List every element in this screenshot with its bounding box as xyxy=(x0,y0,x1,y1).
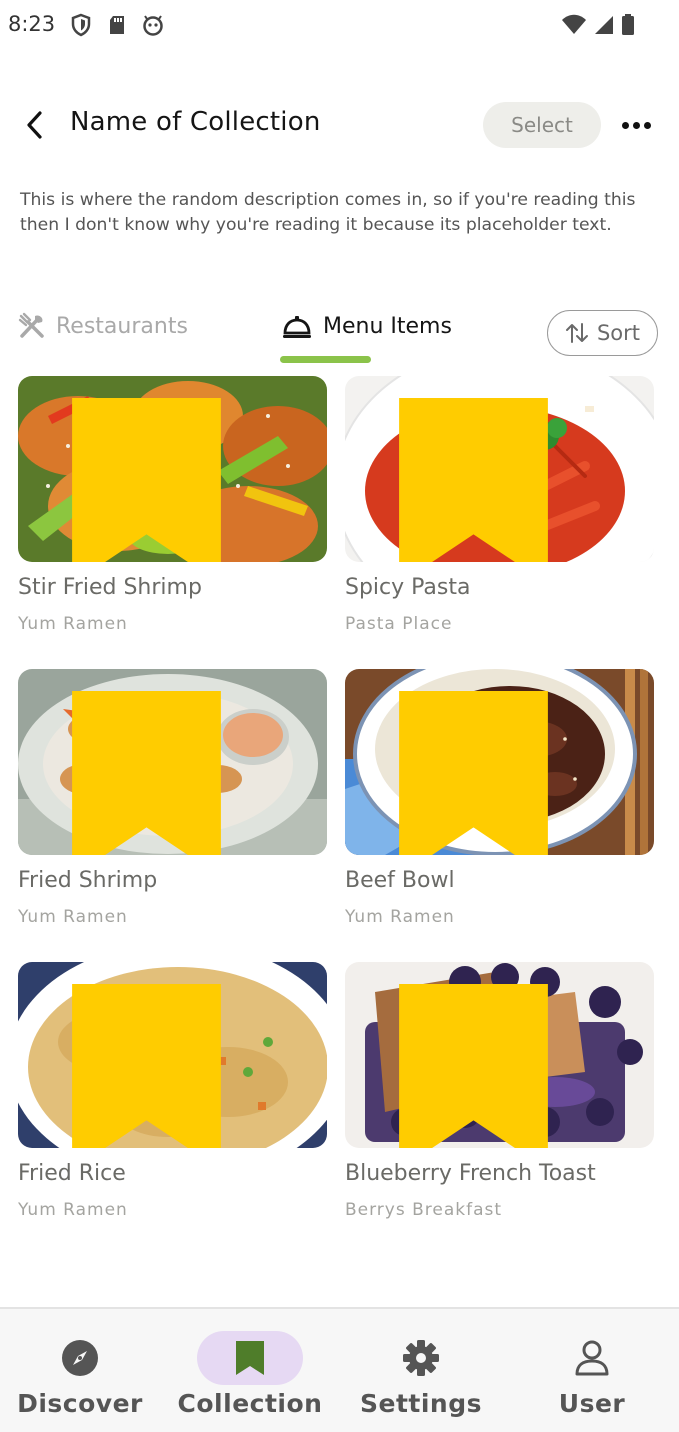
page-title: Name of Collection xyxy=(70,107,321,137)
content-tabs: Restaurants Menu Items Sort xyxy=(0,304,679,364)
bookmark-icon[interactable] xyxy=(18,691,301,855)
card-subtitle: Berrys Breakfast xyxy=(345,1200,503,1220)
status-bar: 8:23 xyxy=(0,0,679,52)
tab-restaurants[interactable]: Restaurants xyxy=(18,312,188,340)
utensils-crossed-icon xyxy=(18,312,44,338)
chevron-left-icon xyxy=(27,111,42,139)
user-icon xyxy=(575,1340,609,1376)
card-subtitle: Yum Ramen xyxy=(345,907,455,927)
more-horizontal-icon xyxy=(621,121,651,129)
battery-icon xyxy=(621,13,635,37)
bookmark-icon xyxy=(236,1341,264,1375)
sort-arrows-icon xyxy=(565,323,588,343)
active-tab-indicator xyxy=(280,356,371,363)
card-subtitle: Pasta Place xyxy=(345,614,453,634)
nav-user[interactable]: User xyxy=(512,1309,679,1432)
card-subtitle: Yum Ramen xyxy=(18,614,128,634)
cellular-signal-icon xyxy=(593,13,615,37)
menu-item-card[interactable]: Fried Shrimp Yum Ramen xyxy=(18,669,327,937)
fried-rice-photo xyxy=(18,962,327,1148)
spicy-pasta-photo xyxy=(345,376,654,562)
nav-settings-pill xyxy=(368,1331,474,1385)
tab-menu-items-label: Menu Items xyxy=(323,313,452,339)
nav-settings[interactable]: Settings xyxy=(341,1309,511,1432)
android-face-icon xyxy=(142,13,164,37)
sort-label: Sort xyxy=(596,321,641,345)
card-title: Blueberry French Toast xyxy=(345,1161,596,1186)
nav-settings-label: Settings xyxy=(359,1389,482,1418)
nav-discover-label: Discover xyxy=(17,1389,143,1418)
collection-description: This is where the random description com… xyxy=(20,190,636,235)
card-title: Stir Fried Shrimp xyxy=(18,575,202,600)
select-button[interactable]: Select xyxy=(483,102,601,148)
card-subtitle: Yum Ramen xyxy=(18,907,128,927)
nav-discover-pill xyxy=(27,1331,133,1385)
menu-item-card[interactable]: Stir Fried Shrimp Yum Ramen xyxy=(18,376,327,644)
fried-shrimp-photo xyxy=(18,669,327,855)
nav-user-label: User xyxy=(558,1389,626,1418)
menu-item-card[interactable]: Beef Bowl Yum Ramen xyxy=(345,669,654,937)
bookmark-icon[interactable] xyxy=(345,398,628,562)
bookmark-icon[interactable] xyxy=(18,398,301,562)
status-right-icons xyxy=(561,13,635,37)
compass-icon xyxy=(62,1340,98,1376)
nav-collection[interactable]: Collection xyxy=(170,1309,340,1432)
card-title: Fried Shrimp xyxy=(18,868,158,893)
card-title: Spicy Pasta xyxy=(345,575,471,600)
nav-discover[interactable]: Discover xyxy=(0,1309,170,1432)
wifi-icon xyxy=(561,13,587,37)
status-time: 8:23 xyxy=(8,12,56,36)
menu-item-card[interactable]: Spicy Pasta Pasta Place xyxy=(345,376,654,644)
cloche-icon xyxy=(283,316,311,338)
bookmark-icon[interactable] xyxy=(345,984,628,1148)
bookmark-icon[interactable] xyxy=(18,984,301,1148)
header: Name of Collection Select xyxy=(0,98,679,152)
blueberry-french-toast-photo xyxy=(345,962,654,1148)
back-button[interactable] xyxy=(18,108,52,142)
beef-bowl-photo xyxy=(345,669,654,855)
card-subtitle: Yum Ramen xyxy=(18,1200,128,1220)
menu-item-card[interactable]: Fried Rice Yum Ramen xyxy=(18,962,327,1230)
nav-collection-pill xyxy=(197,1331,303,1385)
gear-icon xyxy=(403,1340,439,1376)
card-title: Fried Rice xyxy=(18,1161,126,1186)
sort-button[interactable]: Sort xyxy=(547,310,658,356)
bottom-navigation: Discover Collection Settings User xyxy=(0,1307,679,1432)
nav-collection-label: Collection xyxy=(177,1389,323,1418)
card-title: Beef Bowl xyxy=(345,868,455,893)
tab-menu-items[interactable]: Menu Items xyxy=(281,312,452,340)
menu-item-card[interactable]: Blueberry French Toast Berrys Breakfast xyxy=(345,962,654,1230)
tab-restaurants-label: Restaurants xyxy=(56,313,188,339)
stir-fried-shrimp-photo xyxy=(18,376,327,562)
status-left-icons xyxy=(70,13,164,37)
more-options-button[interactable] xyxy=(616,110,656,140)
nav-user-pill xyxy=(539,1331,645,1385)
bookmark-icon[interactable] xyxy=(345,691,628,855)
shield-icon xyxy=(70,13,92,37)
sd-card-icon xyxy=(106,13,128,37)
